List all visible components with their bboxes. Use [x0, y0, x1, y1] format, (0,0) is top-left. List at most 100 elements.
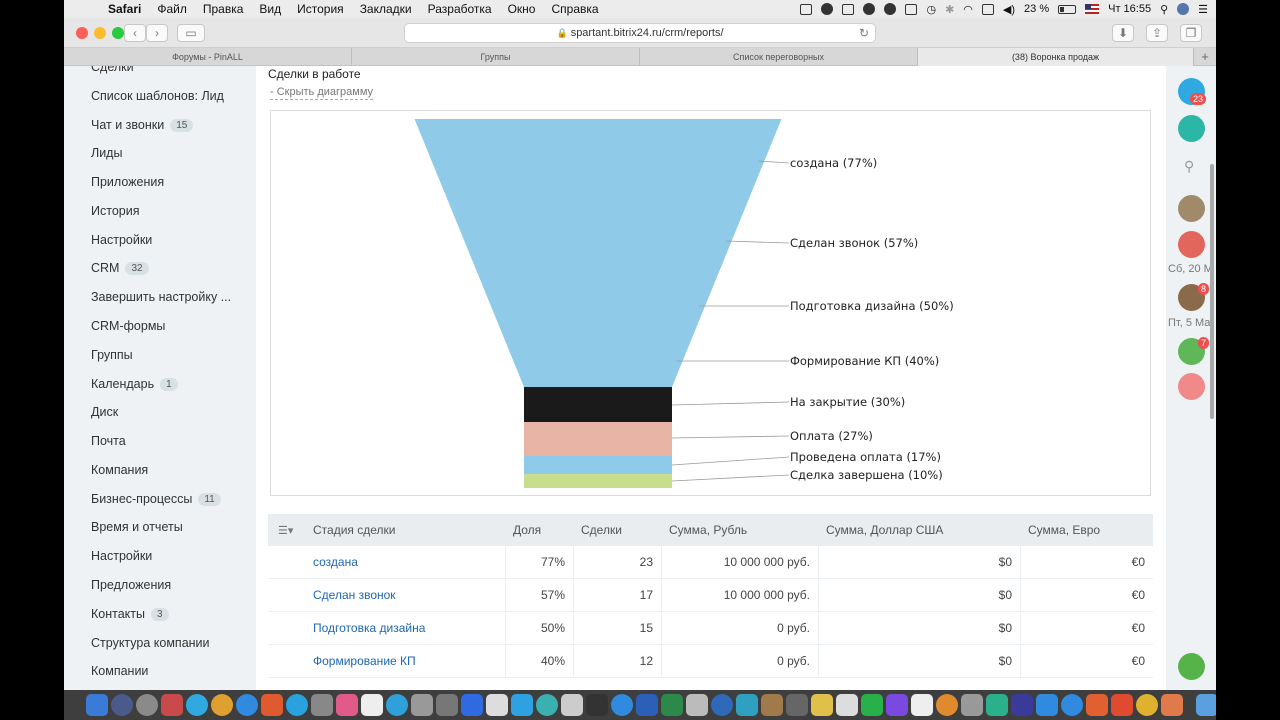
status-app-icon[interactable]: [842, 3, 855, 15]
menu-edit[interactable]: Правка: [203, 2, 244, 16]
sidebar-item[interactable]: Чат и звонки 15: [91, 113, 194, 137]
chat-search-icon[interactable]: [1178, 115, 1205, 142]
battery-icon[interactable]: [1058, 4, 1077, 14]
zoom-window-button[interactable]: [112, 27, 124, 39]
dock-app-icon[interactable]: [586, 694, 608, 716]
user-avatar-icon[interactable]: [1177, 3, 1190, 15]
sidebar-item[interactable]: Время и отчеты: [91, 515, 183, 539]
downloads-folder-icon[interactable]: [1196, 694, 1216, 716]
sidebar-item[interactable]: CRM 32: [91, 256, 149, 280]
sidebar-item[interactable]: Настройки: [91, 544, 152, 568]
status-app-icon[interactable]: [800, 3, 813, 15]
dock-app-icon[interactable]: [1161, 694, 1183, 716]
dock-app-icon[interactable]: [861, 694, 883, 716]
sidebar-item[interactable]: Календарь 1: [91, 372, 178, 396]
stage-link[interactable]: Сделан звонок: [313, 588, 396, 602]
forward-button[interactable]: ›: [146, 24, 168, 42]
dock-app-icon[interactable]: [561, 694, 583, 716]
sidebar-item[interactable]: Почта: [91, 429, 126, 453]
sidebar-item[interactable]: Бизнес-процессы 11: [91, 487, 221, 511]
dock-app-icon[interactable]: [911, 694, 933, 716]
calendar-icon[interactable]: [486, 694, 508, 716]
dock-app-icon[interactable]: [886, 694, 908, 716]
menu-help[interactable]: Справка: [551, 2, 598, 16]
dock-app-icon[interactable]: [686, 694, 708, 716]
sidebar-item[interactable]: Компания: [91, 458, 148, 482]
telegram-status-icon[interactable]: [821, 3, 834, 15]
itunes-icon[interactable]: [336, 694, 358, 716]
tab-forums[interactable]: Форумы - PinALL: [64, 48, 352, 66]
stage-link[interactable]: Формирование КП: [313, 654, 416, 668]
back-button[interactable]: ‹: [124, 24, 146, 42]
time-machine-icon[interactable]: ◷: [926, 3, 936, 16]
menu-file[interactable]: Файл: [157, 2, 187, 16]
column-menu-icon[interactable]: ☰▾: [278, 524, 293, 537]
dock-app-icon[interactable]: [1136, 694, 1158, 716]
lock-icon[interactable]: [1178, 373, 1205, 400]
header-share[interactable]: Доля: [505, 514, 573, 546]
dock-app-icon[interactable]: [311, 694, 333, 716]
menu-window[interactable]: Окно: [508, 2, 536, 16]
dock-app-icon[interactable]: [511, 694, 533, 716]
header-sum-usd[interactable]: Сумма, Доллар США: [818, 514, 1020, 546]
skype-icon[interactable]: [286, 694, 308, 716]
siri-icon[interactable]: [111, 694, 133, 716]
dock-app-icon[interactable]: [1086, 694, 1108, 716]
stage-link[interactable]: Подготовка дизайна: [313, 621, 425, 635]
dock-app-icon[interactable]: [936, 694, 958, 716]
app-store-icon[interactable]: [1061, 694, 1083, 716]
sidebar-item[interactable]: Настройки: [91, 228, 152, 252]
bitrix24-icon[interactable]: [186, 694, 208, 716]
wifi-icon[interactable]: ◠: [963, 3, 973, 16]
safari-icon[interactable]: [236, 694, 258, 716]
dock-app-icon[interactable]: [411, 694, 433, 716]
dock-app-icon[interactable]: [786, 694, 808, 716]
minimize-window-button[interactable]: [94, 27, 106, 39]
menu-history[interactable]: История: [297, 2, 344, 16]
dock-app-icon[interactable]: [836, 694, 858, 716]
finder-icon[interactable]: [86, 694, 108, 716]
tab-meeting-rooms[interactable]: Список переговорных: [640, 48, 918, 66]
sidebar-item[interactable]: Лиды: [91, 141, 122, 165]
hide-chart-link[interactable]: - Скрыть диаграмму: [270, 86, 374, 100]
sidebar-item[interactable]: Структура компании: [91, 631, 210, 655]
us-flag-icon[interactable]: [1085, 4, 1100, 14]
spotlight-icon[interactable]: ⚲: [1160, 3, 1168, 16]
dock-app-icon[interactable]: [461, 694, 483, 716]
bluetooth-icon[interactable]: ✱: [945, 3, 954, 16]
lock-icon[interactable]: [1178, 231, 1205, 258]
scrollbar[interactable]: [1210, 164, 1214, 419]
sidebar-toggle-button[interactable]: ▭: [177, 24, 205, 42]
airplay-icon[interactable]: [981, 3, 994, 15]
tab-sales-funnel[interactable]: (38) Воронка продаж: [918, 48, 1194, 66]
sidebar-item[interactable]: Компании: [91, 659, 148, 683]
dock-app-icon[interactable]: [261, 694, 283, 716]
sidebar-item[interactable]: Приложения: [91, 170, 164, 194]
search-icon[interactable]: ⚲: [1184, 158, 1194, 175]
menu-safari[interactable]: Safari: [108, 2, 141, 16]
clock[interactable]: Чт 16:55: [1108, 3, 1151, 15]
header-sum-eur[interactable]: Сумма, Евро: [1020, 514, 1153, 546]
stage-link[interactable]: создана: [313, 555, 358, 569]
dock-app-icon[interactable]: [161, 694, 183, 716]
dock-app-icon[interactable]: [811, 694, 833, 716]
reload-icon[interactable]: ↻: [859, 24, 869, 42]
excel-icon[interactable]: [661, 694, 683, 716]
header-deals[interactable]: Сделки: [573, 514, 661, 546]
tabs-overview-button[interactable]: ❐: [1180, 24, 1202, 42]
dock-app-icon[interactable]: [611, 694, 633, 716]
menu-view[interactable]: Вид: [259, 2, 281, 16]
dock-app-icon[interactable]: [961, 694, 983, 716]
sidebar-item[interactable]: Сделки: [91, 66, 134, 79]
sidebar-item[interactable]: Контакты 3: [91, 602, 169, 626]
header-sum-rub[interactable]: Сумма, Рубль: [661, 514, 818, 546]
status-app-icon[interactable]: [905, 3, 918, 15]
address-bar[interactable]: 🔒 spartant.bitrix24.ru/crm/reports/ ↻: [404, 23, 876, 43]
notification-center-icon[interactable]: ☰: [1198, 3, 1208, 16]
sidebar-item[interactable]: Предложения: [91, 573, 171, 597]
word-icon[interactable]: [636, 694, 658, 716]
sidebar-item[interactable]: Завершить настройку ...: [91, 285, 231, 309]
menu-develop[interactable]: Разработка: [428, 2, 492, 16]
sidebar-item[interactable]: CRM-формы: [91, 314, 165, 338]
sidebar-item[interactable]: Группы: [91, 343, 133, 367]
